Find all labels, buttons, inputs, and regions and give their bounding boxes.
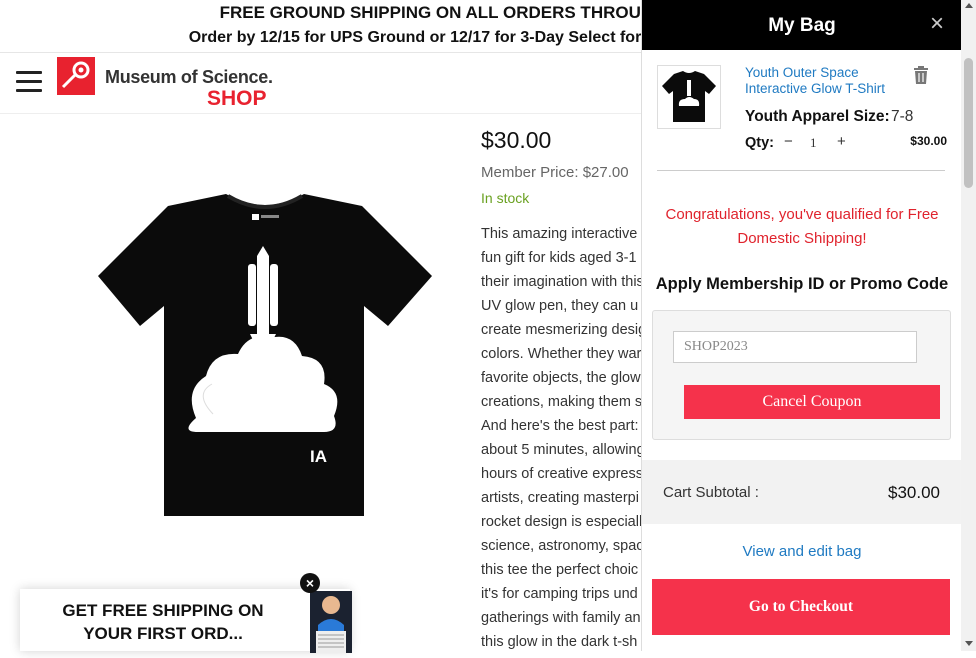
free-shipping-message: Congratulations, you've qualified for Fr… xyxy=(665,206,939,247)
qty-value[interactable]: 1 xyxy=(810,135,817,151)
checkout-button[interactable]: Go to Checkout xyxy=(652,579,950,635)
description-line: creations, making them s xyxy=(481,394,641,410)
scroll-down-icon[interactable] xyxy=(965,641,973,646)
description-line: colors. Whether they war xyxy=(481,346,641,362)
description-line: favorite objects, the glow xyxy=(481,370,641,386)
product-image[interactable]: IA xyxy=(98,194,432,518)
logo-name[interactable]: Museum of Science. xyxy=(105,67,273,88)
description-line: this glow in the dark t-sh xyxy=(481,634,638,650)
subtotal-label: Cart Subtotal : xyxy=(663,484,759,501)
qty-decrease-button[interactable]: − xyxy=(784,133,793,150)
description-line: And here's the best part: xyxy=(481,418,639,434)
size-value: 7-8 xyxy=(891,108,914,125)
description-line: create mesmerizing desig xyxy=(481,322,641,338)
logo-shop[interactable]: SHOP xyxy=(207,87,267,111)
description-line: gatherings with family an xyxy=(481,610,641,626)
promo-code-box: SHOP2023 Cancel Coupon xyxy=(652,310,951,440)
description-line: their imagination with this xyxy=(481,274,641,290)
description-line: about 5 minutes, allowing xyxy=(481,442,641,458)
close-icon[interactable]: × xyxy=(930,12,944,36)
product-description: This amazing interactive g fun gift for … xyxy=(481,222,641,654)
description-line: This amazing interactive g xyxy=(481,226,641,242)
divider xyxy=(657,170,945,171)
free-shipping-popup[interactable]: GET FREE SHIPPING ON YOUR FIRST ORD... xyxy=(20,589,352,653)
description-line: artists, creating masterpi xyxy=(481,490,639,506)
popup-close-button[interactable]: × xyxy=(300,573,320,593)
qty-increase-button[interactable]: + xyxy=(837,133,846,150)
page-scrollbar[interactable] xyxy=(961,0,976,651)
member-price: Member Price: $27.00 xyxy=(481,164,629,181)
description-line: rocket design is especiall xyxy=(481,514,641,530)
bag-title: My Bag xyxy=(768,15,836,36)
description-line: science, astronomy, spac xyxy=(481,538,641,554)
promo-code-input[interactable]: SHOP2023 xyxy=(673,331,917,363)
stock-status: In stock xyxy=(481,190,530,206)
qty-label: Qty: xyxy=(745,135,774,151)
scroll-thumb[interactable] xyxy=(964,58,973,188)
shirt-mark: IA xyxy=(310,447,327,466)
mini-cart-panel: My Bag × Youth Outer Space Interactive G… xyxy=(641,0,962,651)
museum-logo-icon[interactable] xyxy=(57,57,95,95)
cancel-coupon-button[interactable]: Cancel Coupon xyxy=(684,385,940,419)
cart-subtotal: Cart Subtotal : $30.00 xyxy=(642,460,962,524)
cart-item-thumbnail[interactable] xyxy=(657,65,721,129)
popup-image xyxy=(310,591,352,653)
menu-icon[interactable] xyxy=(16,71,42,93)
description-line: hours of creative express xyxy=(481,466,641,482)
description-line: fun gift for kids aged 3-1 xyxy=(481,250,637,266)
size-label: Youth Apparel Size: xyxy=(745,108,890,125)
bag-header: My Bag × xyxy=(642,0,962,50)
promo-code-title: Apply Membership ID or Promo Code xyxy=(655,275,949,293)
view-edit-bag-link[interactable]: View and edit bag xyxy=(642,543,962,560)
description-line: UV glow pen, they can u xyxy=(481,298,639,314)
description-line: this tee the perfect choic xyxy=(481,562,639,578)
scroll-up-icon[interactable] xyxy=(965,3,973,8)
subtotal-value: $30.00 xyxy=(888,483,940,502)
product-price: $30.00 xyxy=(481,127,552,153)
popup-text[interactable]: GET FREE SHIPPING ON YOUR FIRST ORD... xyxy=(48,599,278,645)
cart-item-price: $30.00 xyxy=(910,134,947,148)
trash-icon[interactable] xyxy=(913,66,929,89)
cart-item-name[interactable]: Youth Outer Space Interactive Glow T-Shi… xyxy=(745,65,905,97)
description-line: it's for camping trips und xyxy=(481,586,638,602)
